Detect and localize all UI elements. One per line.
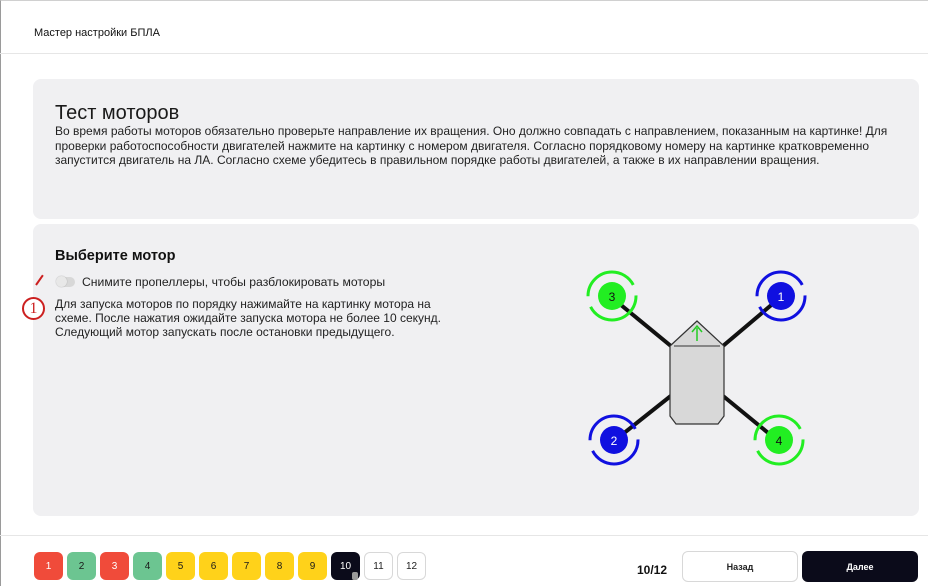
step-1[interactable]: 1 (34, 552, 63, 580)
step-navigation: 1 2 3 4 5 6 7 8 9 10 11 12 (34, 552, 426, 580)
motor-2-label: 2 (611, 434, 618, 448)
motor-1-label: 1 (778, 290, 785, 304)
next-button[interactable]: Далее (802, 551, 918, 582)
annotation-marker: 1 (22, 297, 45, 320)
motor-select-title: Выберите мотор (55, 248, 176, 264)
step-2[interactable]: 2 (67, 552, 96, 580)
drone-motor-diagram: 3 1 2 4 (586, 270, 807, 466)
step-11[interactable]: 11 (364, 552, 393, 580)
motor-3-label: 3 (609, 290, 616, 304)
motor-1-button[interactable]: 1 (755, 270, 807, 322)
title-bar: Мастер настройки БПЛА (0, 0, 928, 54)
propeller-unlock-toggle[interactable] (56, 276, 75, 287)
back-button[interactable]: Назад (682, 551, 798, 582)
motor-4-button[interactable]: 4 (753, 414, 805, 466)
motor-3-button[interactable]: 3 (586, 270, 638, 322)
section-title: Тест моторов (55, 102, 180, 124)
motor-2-button[interactable]: 2 (588, 414, 640, 466)
step-counter: 10/12 (637, 563, 668, 577)
motor-test-card: Тест моторов Во время работы моторов обя… (33, 79, 919, 219)
step-9[interactable]: 9 (298, 552, 327, 580)
propeller-unlock-label[interactable]: Снимите пропеллеры, чтобы разблокировать… (82, 275, 385, 289)
step-8[interactable]: 8 (265, 552, 294, 580)
step-7[interactable]: 7 (232, 552, 261, 580)
cursor-indicator (352, 572, 358, 580)
section-description: Во время работы моторов обязательно пров… (55, 124, 888, 168)
step-4[interactable]: 4 (133, 552, 162, 580)
motor-4-label: 4 (776, 434, 783, 448)
step-3[interactable]: 3 (100, 552, 129, 580)
step-5[interactable]: 5 (166, 552, 195, 580)
step-12[interactable]: 12 (397, 552, 426, 580)
step-6[interactable]: 6 (199, 552, 228, 580)
motor-instructions: Для запуска моторов по порядку нажимайте… (55, 297, 441, 339)
window-title: Мастер настройки БПЛА (34, 27, 160, 39)
